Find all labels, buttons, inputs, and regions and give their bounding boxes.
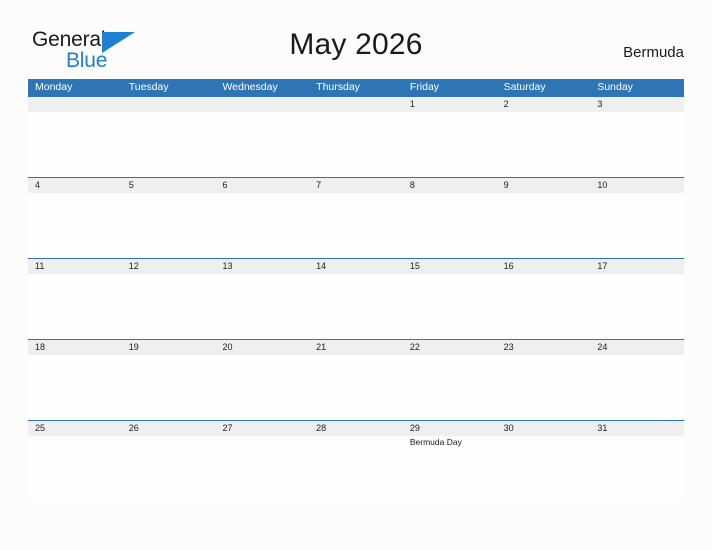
day-number[interactable]: 31 — [590, 421, 684, 436]
day-cell[interactable] — [215, 112, 310, 177]
day-number[interactable]: 7 — [309, 178, 403, 193]
day-number[interactable]: 2 — [497, 97, 591, 112]
day-number[interactable]: 18 — [28, 340, 122, 355]
day-cell[interactable] — [28, 274, 122, 339]
week-date-numbers: 1 2 3 — [28, 96, 684, 112]
day-cell[interactable] — [215, 274, 310, 339]
day-cell[interactable] — [215, 355, 310, 420]
calendar-week-row: 11 12 13 14 15 16 17 — [28, 258, 685, 339]
day-number[interactable]: 26 — [122, 421, 216, 436]
day-number[interactable]: 16 — [497, 259, 591, 274]
day-cell[interactable]: Bermuda Day — [402, 436, 497, 501]
weekday-header-thursday: Thursday — [316, 81, 360, 93]
day-cell[interactable] — [590, 193, 685, 258]
day-cell[interactable] — [309, 193, 403, 258]
day-cell[interactable] — [590, 355, 685, 420]
day-cell[interactable] — [28, 436, 122, 501]
region-label: Bermuda — [623, 44, 684, 61]
day-number[interactable]: 24 — [590, 340, 684, 355]
day-cell[interactable] — [121, 436, 216, 501]
day-cell[interactable] — [402, 193, 497, 258]
day-number[interactable]: 23 — [497, 340, 591, 355]
day-number[interactable]: 12 — [122, 259, 216, 274]
day-number[interactable] — [28, 97, 122, 112]
day-number[interactable]: 10 — [590, 178, 684, 193]
day-number[interactable]: 17 — [590, 259, 684, 274]
weekday-header-monday: Monday — [35, 81, 73, 93]
day-number[interactable]: 13 — [215, 259, 309, 274]
day-cell[interactable] — [309, 436, 403, 501]
day-cell[interactable] — [28, 112, 122, 177]
weekday-header-tuesday: Tuesday — [128, 81, 169, 93]
day-cell[interactable] — [28, 355, 122, 420]
page-title: May 2026 — [289, 28, 423, 61]
day-cell[interactable] — [590, 112, 685, 177]
calendar-grid: Monday Tuesday Wednesday Thursday Friday… — [28, 79, 685, 501]
calendar-page: General Blue May 2026 Bermuda Monday Tue… — [0, 0, 712, 550]
calendar-week-row: 1 2 3 — [28, 96, 685, 177]
day-number[interactable]: 27 — [215, 421, 309, 436]
day-cell[interactable] — [496, 436, 591, 501]
day-number[interactable]: 1 — [403, 97, 497, 112]
weekday-header-friday: Friday — [409, 81, 440, 93]
day-number[interactable] — [215, 97, 309, 112]
week-event-row — [28, 274, 685, 339]
day-number[interactable]: 3 — [590, 97, 684, 112]
week-date-numbers: 4 5 6 7 8 9 10 — [28, 177, 684, 193]
day-number[interactable]: 14 — [309, 259, 403, 274]
weekday-header-row: Monday Tuesday Wednesday Thursday Friday… — [28, 79, 684, 96]
weekday-header-saturday: Saturday — [503, 81, 546, 93]
week-event-row — [28, 112, 685, 177]
day-cell[interactable] — [309, 274, 403, 339]
day-cell[interactable] — [496, 112, 591, 177]
week-event-row — [28, 355, 685, 420]
day-number[interactable] — [309, 97, 403, 112]
day-cell[interactable] — [121, 193, 216, 258]
day-cell[interactable] — [121, 112, 216, 177]
day-cell[interactable] — [590, 274, 685, 339]
day-number[interactable]: 25 — [28, 421, 122, 436]
day-cell[interactable] — [496, 355, 591, 420]
day-cell[interactable] — [496, 274, 591, 339]
day-number[interactable]: 4 — [28, 178, 122, 193]
day-cell[interactable] — [121, 355, 216, 420]
week-date-numbers: 25 26 27 28 29 30 31 — [28, 420, 684, 436]
day-number[interactable] — [122, 97, 216, 112]
day-number[interactable]: 6 — [215, 178, 309, 193]
day-number[interactable]: 8 — [403, 178, 497, 193]
day-number[interactable]: 19 — [122, 340, 216, 355]
day-cell[interactable] — [215, 436, 310, 501]
day-cell[interactable] — [496, 193, 591, 258]
day-number[interactable]: 20 — [215, 340, 309, 355]
day-cell[interactable] — [309, 112, 403, 177]
calendar-week-row: 4 5 6 7 8 9 10 — [28, 177, 685, 258]
day-number[interactable]: 29 — [403, 421, 497, 436]
day-cell[interactable] — [402, 355, 497, 420]
weekday-header-sunday: Sunday — [597, 81, 633, 93]
page-header: General Blue May 2026 Bermuda — [0, 0, 712, 76]
day-number[interactable]: 11 — [28, 259, 122, 274]
day-cell[interactable] — [402, 112, 497, 177]
week-date-numbers: 11 12 13 14 15 16 17 — [28, 258, 684, 274]
day-number[interactable]: 21 — [309, 340, 403, 355]
weekday-header-wednesday: Wednesday — [222, 81, 278, 93]
week-date-numbers: 18 19 20 21 22 23 24 — [28, 339, 684, 355]
calendar-event[interactable]: Bermuda Day — [410, 437, 493, 448]
day-number[interactable]: 28 — [309, 421, 403, 436]
day-cell[interactable] — [215, 193, 310, 258]
day-number[interactable]: 15 — [403, 259, 497, 274]
week-event-row — [28, 193, 685, 258]
day-cell[interactable] — [402, 274, 497, 339]
day-number[interactable]: 22 — [403, 340, 497, 355]
day-cell[interactable] — [590, 436, 685, 501]
day-number[interactable]: 30 — [497, 421, 591, 436]
day-number[interactable]: 5 — [122, 178, 216, 193]
week-event-row: Bermuda Day — [28, 436, 685, 501]
day-cell[interactable] — [121, 274, 216, 339]
day-cell[interactable] — [309, 355, 403, 420]
calendar-week-row: 18 19 20 21 22 23 24 — [28, 339, 685, 420]
calendar-week-row: 25 26 27 28 29 30 31 Bermuda Day — [28, 420, 685, 501]
day-number[interactable]: 9 — [497, 178, 591, 193]
day-cell[interactable] — [28, 193, 122, 258]
